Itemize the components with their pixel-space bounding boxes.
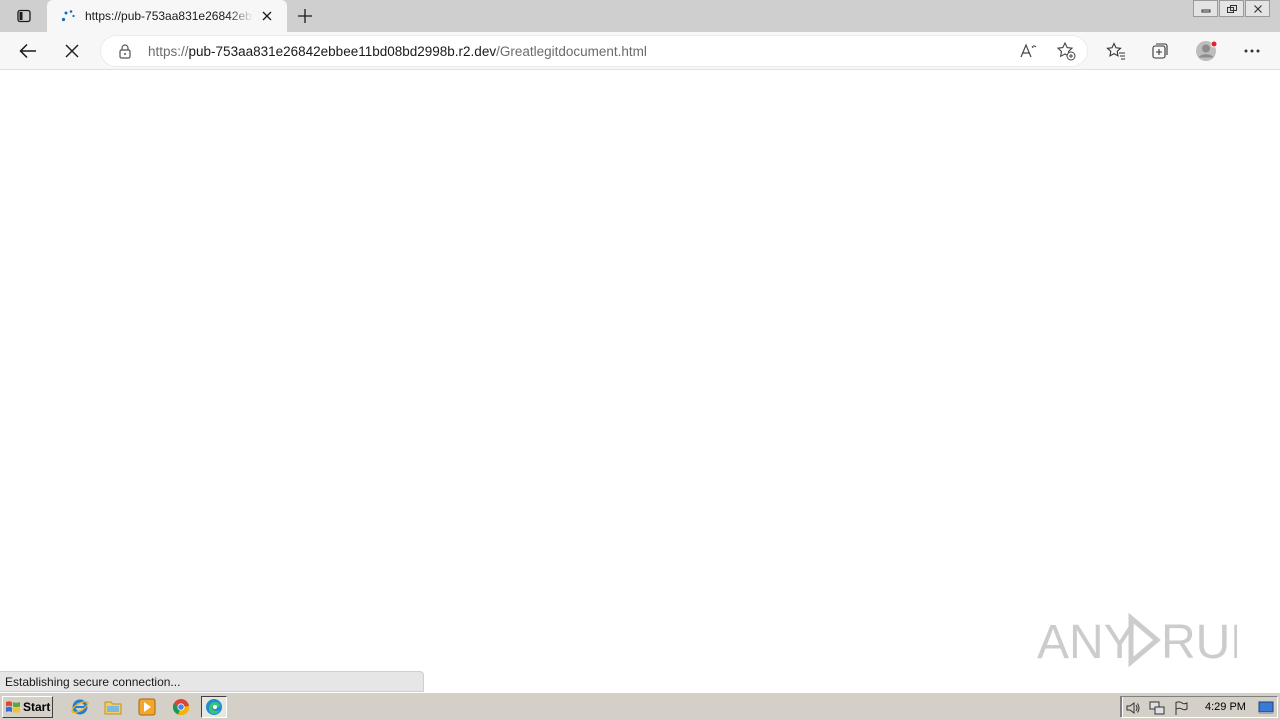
new-tab-button[interactable] (293, 4, 317, 28)
volume-icon[interactable] (1125, 700, 1141, 716)
close-window-button[interactable] (1245, 0, 1270, 17)
start-label: Start (23, 700, 51, 714)
avatar-icon (1196, 40, 1218, 61)
tab-strip: https://pub-753aa831e26842ebbee11bd08bd2… (0, 0, 1280, 32)
profile-button[interactable] (1192, 37, 1220, 65)
window-controls (1192, 0, 1270, 18)
url-text[interactable]: https://pub-753aa831e26842ebbee11bd08bd2… (148, 44, 647, 59)
minimize-button[interactable] (1193, 0, 1218, 17)
restore-icon (1226, 4, 1237, 13)
browser-window: https://pub-753aa831e26842ebbee11bd08bd2… (0, 0, 1280, 692)
more-horizontal-icon (1244, 49, 1260, 53)
start-button[interactable]: Start (2, 696, 53, 718)
favorites-button[interactable] (1102, 37, 1130, 65)
page-content (0, 71, 1280, 692)
stop-icon (65, 44, 79, 58)
favorites-icon (1106, 42, 1125, 60)
url-path: /Greatlegitdocument.html (496, 44, 647, 59)
media-player-icon (138, 698, 156, 716)
ie-icon (71, 699, 89, 715)
taskbar-ie[interactable] (67, 696, 93, 718)
restore-button[interactable] (1219, 0, 1244, 17)
active-tab[interactable]: https://pub-753aa831e26842ebbee11bd08bd2… (47, 0, 287, 32)
taskbar-edge[interactable] (201, 696, 227, 718)
loading-spinner-icon (59, 7, 77, 25)
show-desktop-icon[interactable] (1258, 700, 1274, 716)
collections-button[interactable] (1146, 37, 1174, 65)
system-clock[interactable]: 4:29 PM (1205, 701, 1246, 713)
taskbar-explorer[interactable] (100, 696, 126, 718)
explorer-icon (104, 701, 122, 715)
network-icon[interactable] (1149, 700, 1165, 716)
edge-icon (206, 699, 222, 715)
system-tray: 4:29 PM (1120, 696, 1278, 718)
windows-logo-icon (6, 701, 20, 713)
taskbar-media-player[interactable] (134, 696, 160, 718)
add-favorite-icon[interactable] (1056, 41, 1076, 61)
close-tab-icon[interactable] (257, 6, 277, 26)
lock-icon[interactable] (117, 43, 133, 59)
minimize-icon (1201, 9, 1210, 12)
read-aloud-icon[interactable] (1019, 41, 1039, 61)
tab-actions-button[interactable] (8, 4, 40, 28)
stop-loading-button[interactable] (58, 37, 86, 65)
taskbar: Start 4:29 PM (0, 692, 1280, 720)
settings-more-button[interactable] (1238, 37, 1266, 65)
address-bar[interactable]: https://pub-753aa831e26842ebbee11bd08bd2… (100, 35, 1088, 67)
action-center-flag-icon[interactable] (1173, 700, 1189, 716)
anyrun-watermark: ANY RUN (1037, 612, 1237, 669)
tab-actions-icon (17, 9, 31, 23)
url-scheme: https:// (148, 44, 189, 59)
browser-toolbar: https://pub-753aa831e26842ebbee11bd08bd2… (0, 32, 1280, 70)
back-button[interactable] (14, 37, 42, 65)
chrome-icon (172, 699, 190, 716)
plus-icon (298, 9, 312, 23)
tab-title: https://pub-753aa831e26842ebbee11bd08bd2… (85, 9, 253, 23)
url-host: pub-753aa831e26842ebbee11bd08bd2998b.r2.… (188, 44, 497, 59)
taskbar-chrome[interactable] (168, 696, 194, 718)
close-icon (1253, 4, 1262, 13)
watermark-text-left: ANY (1037, 616, 1136, 669)
watermark-text-right: RUN (1161, 616, 1237, 669)
collections-icon (1152, 43, 1168, 59)
arrow-left-icon (19, 43, 36, 59)
status-bubble: Establishing secure connection... (0, 671, 424, 692)
